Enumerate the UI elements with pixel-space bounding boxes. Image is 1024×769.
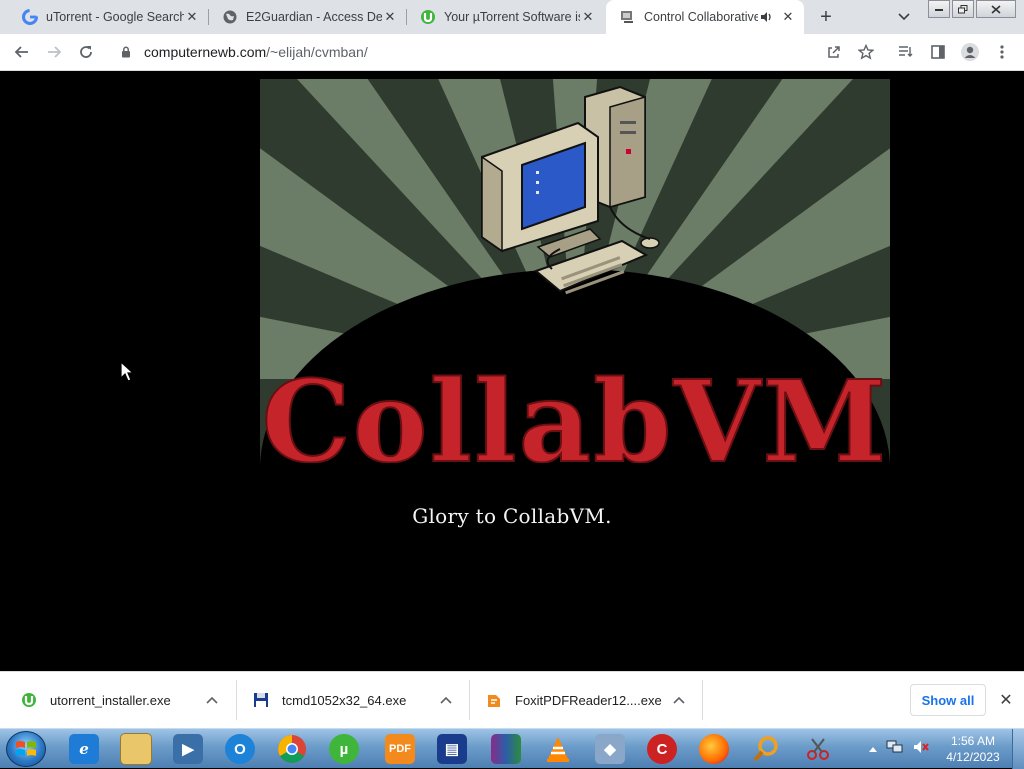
download-item[interactable]: utorrent_installer.exe <box>20 672 234 728</box>
ccleaner-icon[interactable]: C <box>638 731 686 767</box>
media-player-icon[interactable]: ▶ <box>164 731 212 767</box>
foxit-icon <box>485 691 503 709</box>
chevron-up-icon[interactable] <box>438 692 454 708</box>
tab-utorrent-software[interactable]: Your µTorrent Software is ✕ <box>406 0 604 34</box>
restore-icon[interactable] <box>952 0 974 18</box>
download-separator <box>702 680 703 720</box>
collabvm-icon <box>620 9 636 25</box>
snipping-tool-icon[interactable] <box>794 731 842 767</box>
page-content: CollabVM Glory to CollabVM. <box>0 71 1024 671</box>
download-filename: tcmd1052x32_64.exe <box>282 692 407 708</box>
winrar-icon[interactable] <box>482 731 530 767</box>
start-button[interactable] <box>6 731 46 767</box>
windows-taskbar: e ▶ O µ PDF ▤ ◆ C 1:56 AM 4/12/2023 <box>0 728 1024 769</box>
reload-icon[interactable] <box>74 40 98 64</box>
minimize-icon[interactable] <box>928 0 950 18</box>
tab-control-collaborative[interactable]: Control Collaborative ✕ <box>606 0 804 34</box>
download-filename: FoxitPDFReader12....exe <box>515 692 662 708</box>
profile-avatar-icon[interactable] <box>958 40 982 64</box>
close-window-icon[interactable] <box>976 0 1016 18</box>
share-icon[interactable] <box>822 40 846 64</box>
download-item[interactable]: FoxitPDFReader12....exe <box>485 672 699 728</box>
download-separator <box>469 680 470 720</box>
forward-arrow-icon[interactable] <box>42 40 66 64</box>
tab-title: E2Guardian - Access Denied <box>246 10 382 24</box>
show-desktop-button[interactable] <box>1012 729 1024 769</box>
tab-title: Your µTorrent Software is <box>444 10 580 24</box>
mouse-pointer-icon <box>120 361 134 382</box>
download-shelf: utorrent_installer.exe tcmd1052x32_64.ex… <box>0 671 1024 728</box>
globe-icon <box>222 9 238 25</box>
motto-text: Glory to CollabVM. <box>412 504 612 528</box>
reading-list-icon[interactable] <box>894 40 918 64</box>
back-arrow-icon[interactable] <box>10 40 34 64</box>
network-status-icon[interactable] <box>886 739 904 760</box>
tab-e2guardian[interactable]: E2Guardian - Access Denied ✕ <box>208 0 406 34</box>
url-host: computernewb.com <box>144 44 267 60</box>
vlc-icon[interactable] <box>534 731 582 767</box>
system-tray <box>868 729 930 769</box>
close-tab-icon[interactable]: ✕ <box>780 9 796 25</box>
google-icon <box>22 9 38 25</box>
chrome-icon[interactable] <box>268 731 316 767</box>
kebab-menu-icon[interactable] <box>990 40 1014 64</box>
close-tab-icon[interactable]: ✕ <box>184 9 200 25</box>
volume-muted-icon[interactable] <box>912 739 930 760</box>
browser-toolbar: computernewb.com/~elijah/cvmban/ <box>0 34 1024 71</box>
utorrent-icon <box>20 691 38 709</box>
tab-utorrent-google-search[interactable]: uTorrent - Google Search ✕ <box>8 0 208 34</box>
show-all-downloads-button[interactable]: Show all <box>910 684 986 716</box>
download-filename: utorrent_installer.exe <box>50 692 171 708</box>
clock-date: 4/12/2023 <box>946 750 1000 764</box>
chevron-up-icon[interactable] <box>671 692 687 708</box>
close-shelf-icon[interactable]: ✕ <box>996 690 1016 710</box>
utorrent-icon[interactable]: µ <box>320 731 368 767</box>
explorer-folder-icon[interactable] <box>112 731 160 767</box>
new-tab-icon[interactable]: + <box>814 5 838 29</box>
opera-icon[interactable]: O <box>216 731 264 767</box>
internet-explorer-icon[interactable]: e <box>60 731 108 767</box>
network-icon[interactable]: ◆ <box>586 731 634 767</box>
address-bar[interactable]: computernewb.com/~elijah/cvmban/ <box>108 38 883 66</box>
chevron-down-icon[interactable] <box>894 7 914 27</box>
collabvm-banner-image: CollabVM <box>260 79 890 463</box>
tab-title: Control Collaborative <box>644 10 758 24</box>
foxit-pdf-icon[interactable]: PDF <box>376 731 424 767</box>
floppy-save-icon[interactable]: ▤ <box>428 731 476 767</box>
clock-time: 1:56 AM <box>950 734 996 748</box>
close-tab-icon[interactable]: ✕ <box>382 9 398 25</box>
tab-strip: uTorrent - Google Search ✕ E2Guardian - … <box>0 0 1024 34</box>
download-item[interactable]: tcmd1052x32_64.exe <box>252 672 466 728</box>
bookmark-star-icon[interactable] <box>854 40 878 64</box>
lock-icon[interactable] <box>118 46 134 58</box>
chevron-up-icon[interactable] <box>204 692 220 708</box>
speaker-icon[interactable] <box>758 9 774 25</box>
collabvm-logo-text: CollabVM <box>262 357 889 463</box>
utorrent-icon <box>420 9 436 25</box>
windows-logo-icon <box>16 741 36 756</box>
tray-expand-arrow-icon[interactable] <box>868 740 878 758</box>
search-magnifier-icon[interactable] <box>742 731 790 767</box>
url-path: /~elijah/cvmban/ <box>266 44 368 60</box>
firefox-icon[interactable] <box>690 731 738 767</box>
tab-title: uTorrent - Google Search <box>46 10 184 24</box>
floppy-icon <box>252 691 270 709</box>
taskbar-clock[interactable]: 1:56 AM 4/12/2023 <box>938 733 1008 765</box>
download-separator <box>236 680 237 720</box>
close-tab-icon[interactable]: ✕ <box>580 9 596 25</box>
side-panel-icon[interactable] <box>926 40 950 64</box>
url-text: computernewb.com/~elijah/cvmban/ <box>144 44 368 60</box>
